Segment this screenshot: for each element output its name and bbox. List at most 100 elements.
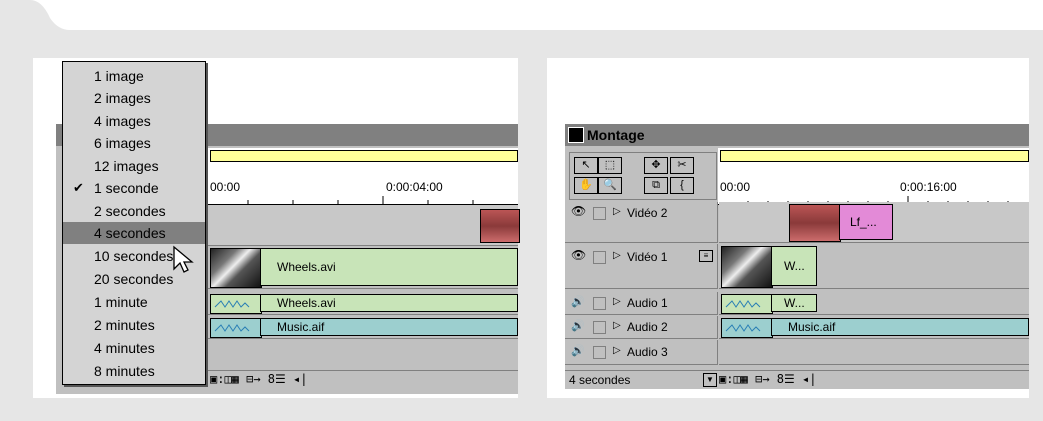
track-name: Vidéo 1 [627, 250, 668, 264]
expand-arrow-icon[interactable]: ▷ [613, 320, 621, 331]
track-header-audio3[interactable]: 🔊 ▷ Audio 3 [565, 340, 718, 365]
waveform-icon [725, 300, 761, 308]
expand-arrow-icon[interactable]: ▷ [613, 206, 621, 217]
right-clip-v1[interactable]: W... [771, 246, 817, 286]
time-zoom-menu[interactable]: 1 image 2 images 4 images 6 images 12 im… [62, 61, 206, 385]
left-ruler-ticks [247, 196, 474, 204]
track-header-audio1[interactable]: 🔊 ▷ Audio 1 [565, 292, 718, 315]
right-ruler: 00:00 0:00:16:00 [718, 148, 1029, 205]
waveform-icon [214, 300, 250, 308]
track-name: Audio 2 [627, 320, 668, 334]
ripple-tool-icon[interactable]: ✥ [644, 157, 668, 174]
menu-item[interactable]: 1 image [63, 65, 205, 87]
left-clip-audio2[interactable]: Music.aif [260, 318, 518, 336]
window-icon [568, 127, 584, 143]
track-name: Vidéo 2 [627, 206, 668, 220]
eye-icon[interactable]: 👁 [571, 204, 586, 218]
right-audio1-wave [721, 294, 773, 314]
left-clip-audio2-label: Music.aif [277, 320, 325, 334]
time-zoom-select[interactable]: 4 secondes [569, 373, 630, 387]
right-track-video1: W... [719, 244, 1029, 289]
menu-item[interactable]: 1 minute [63, 291, 205, 313]
right-clip-a1-label: W... [784, 296, 805, 310]
right-ruler-start: 00:00 [720, 180, 751, 194]
waveform-icon [725, 324, 761, 332]
right-ruler-mark: 0:00:16:00 [900, 180, 957, 194]
menu-item[interactable]: 2 minutes [63, 314, 205, 336]
speaker-icon[interactable]: 🔊 [571, 295, 585, 308]
right-clip-a1[interactable]: W... [771, 294, 817, 312]
left-clip-thumb-red[interactable] [480, 209, 520, 243]
lock-checkbox[interactable] [593, 321, 606, 334]
left-clip-video-thumb[interactable] [210, 248, 262, 288]
track-name: Audio 1 [627, 296, 668, 310]
zoom-tool-icon[interactable]: 🔍 [598, 177, 622, 194]
right-audio2-wave [721, 318, 773, 338]
marquee-tool-icon[interactable]: ⬚ [598, 157, 622, 174]
menu-item[interactable]: 4 images [63, 110, 205, 132]
left-track-video2 [208, 205, 520, 246]
left-clip-video-label: Wheels.avi [277, 260, 336, 274]
track-header-audio2[interactable]: 🔊 ▷ Audio 2 [565, 316, 718, 339]
menu-item[interactable]: 2 images [63, 87, 205, 109]
track-header-video1[interactable]: 👁 ▷ Vidéo 1 ≡ [565, 244, 718, 289]
left-ruler-start: 00:00 [210, 180, 241, 194]
right-bottom-toolbar: 4 secondes ▼ ▣:◫▦ ⊟→ 8☰ ◂| [565, 370, 1029, 389]
menu-item[interactable]: 6 images [63, 132, 205, 154]
left-track-video1: Wheels.avi [208, 246, 518, 289]
select-tool-icon[interactable]: ↖ [574, 157, 598, 174]
expand-arrow-icon[interactable]: ▷ [613, 296, 621, 307]
right-work-area-bar[interactable] [720, 150, 1029, 162]
right-track-audio2: Music.aif [719, 316, 1029, 339]
left-ruler: 00:00 0:00:04:00 [208, 148, 518, 205]
waveform-icon [214, 324, 250, 332]
right-clip-v2-thumb[interactable] [789, 204, 841, 242]
lock-checkbox[interactable] [593, 251, 606, 264]
right-clip-a2[interactable]: Music.aif [771, 318, 1029, 336]
right-titlebar: Montage [565, 124, 1029, 146]
dropdown-arrow-icon[interactable]: ▼ [703, 373, 717, 387]
track-name: Audio 3 [627, 345, 668, 359]
menu-item[interactable]: 12 images [63, 155, 205, 177]
right-track-audio3 [719, 340, 1029, 365]
right-track-video2: Lf_... [719, 202, 1029, 243]
left-clip-audio1[interactable]: Wheels.avi [260, 294, 518, 312]
lock-checkbox[interactable] [593, 297, 606, 310]
left-track-audio1: Wheels.avi [208, 292, 518, 315]
lock-checkbox[interactable] [593, 346, 606, 359]
speaker-icon[interactable]: 🔊 [571, 319, 585, 332]
left-bottom-controls-icon[interactable]: ▣:◫▦ ⊟→ 8☰ ◂| [210, 372, 307, 386]
menu-item-checked[interactable]: 1 seconde [63, 177, 205, 199]
link-tool-icon[interactable]: ⧉ [644, 177, 668, 194]
hand-tool-icon[interactable]: ✋ [574, 177, 598, 194]
expand-arrow-icon[interactable]: ▷ [613, 345, 621, 356]
mouse-cursor-icon [173, 245, 194, 273]
left-ruler-mark: 0:00:04:00 [386, 180, 443, 194]
speaker-icon[interactable]: 🔊 [571, 344, 585, 357]
left-track-audio2: Music.aif [208, 316, 518, 339]
menu-item[interactable]: 4 minutes [63, 337, 205, 359]
right-clip-v1-thumb[interactable] [721, 246, 773, 288]
eye-icon[interactable]: 👁 [571, 248, 586, 262]
right-clip-v2[interactable]: Lf_... [839, 204, 893, 240]
right-track-audio1: W... [719, 292, 1029, 315]
marker-tool-icon[interactable]: { [670, 177, 694, 194]
track-header-video2[interactable]: 👁 ▷ Vidéo 2 [565, 202, 718, 243]
expand-arrow-icon[interactable]: ▷ [613, 250, 621, 261]
track-mode-icon[interactable]: ≡ [699, 250, 713, 262]
left-clip-video[interactable]: Wheels.avi [260, 248, 518, 286]
right-clip-a2-label: Music.aif [788, 320, 836, 334]
lock-checkbox[interactable] [593, 207, 606, 220]
right-bottom-controls-icon[interactable]: ▣:◫▦ ⊟→ 8☰ ◂| [719, 372, 816, 386]
razor-tool-icon[interactable]: ✂ [670, 157, 694, 174]
menu-item[interactable]: 8 minutes [63, 360, 205, 382]
left-clip-audio1-label: Wheels.avi [277, 296, 336, 310]
left-audio1-wave [210, 294, 262, 314]
left-bottom-toolbar: ▣:◫▦ ⊟→ 8☰ ◂| [208, 370, 518, 389]
left-work-area-bar[interactable] [210, 150, 518, 162]
menu-item-selected[interactable]: 4 secondes [63, 222, 205, 244]
menu-item[interactable]: 2 secondes [63, 200, 205, 222]
tool-palette: ↖ ⬚ ✥ ✂ ✋ 🔍 ⧉ { [569, 152, 717, 200]
right-clip-v2-label: Lf_... [850, 215, 877, 229]
window-title: Montage [587, 127, 645, 143]
